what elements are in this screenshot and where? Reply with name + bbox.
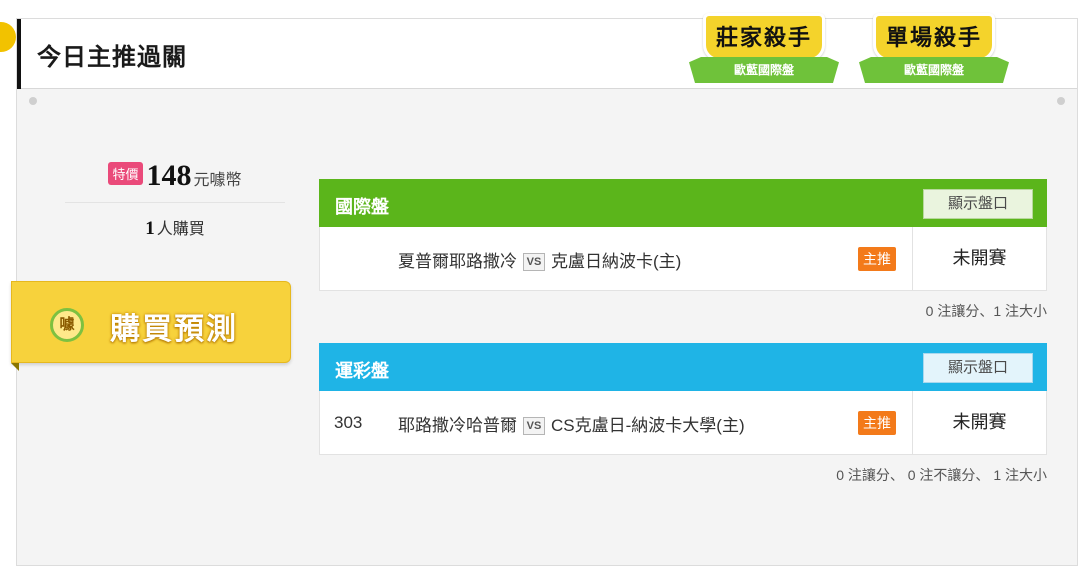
market-title: 運彩盤 [335,361,389,381]
price-unit: 元噱幣 [193,172,242,189]
button-fold-decoration [11,363,19,371]
match-status: 未開賽 [912,391,1046,454]
pin-icon [1057,97,1065,105]
match-teams: 耶路撒冷哈普爾 VS CS克盧日-納波卡大學(主) [398,411,745,436]
ribbon-badge: 單場殺手 [873,13,995,61]
header-accent-bar [17,19,21,89]
featured-badge: 主推 [858,247,896,271]
market-title: 國際盤 [335,197,389,217]
ribbon-subtitle: 歐藍國際盤 [903,63,964,77]
ribbon-title: 單場殺手 [885,25,982,50]
market-header: 國際盤 顯示盤口 [319,179,1047,227]
match-teams: 夏普爾耶路撒冷 VS 克盧日納波卡(主) [398,247,681,272]
buyers-number: 1 [145,218,155,239]
ribbon-banker-killer: 莊家殺手 歐藍國際盤 [689,5,839,105]
market-sports-lottery: 運彩盤 顯示盤口 303 耶路撒冷哈普爾 VS CS克盧日-納波卡大學(主) 主推 … [319,343,1047,483]
away-team[interactable]: 夏普爾耶路撒冷 [398,252,517,271]
coin-icon: 噱 [50,308,84,342]
corner-decoration [0,22,16,52]
match-id: 303 [334,413,363,432]
show-odds-button[interactable]: 顯示盤口 [923,353,1033,383]
vs-icon: VS [523,417,545,435]
price-value: 148 [146,159,192,192]
ribbon-single-killer: 單場殺手 歐藍國際盤 [859,5,1009,105]
buy-prediction-button[interactable]: 噱 購買預測 [11,281,291,363]
ribbon-title: 莊家殺手 [715,25,812,50]
away-team[interactable]: 耶路撒冷哈普爾 [398,416,517,435]
home-team[interactable]: 克盧日納波卡(主) [551,252,681,271]
vs-icon: VS [523,253,545,271]
bet-summary: 0 注讓分、 0 注不讓分、 1 注大小 [836,467,1047,483]
bet-summary: 0 注讓分、1 注大小 [925,303,1047,319]
buyers-label: 人購買 [156,221,205,238]
home-team[interactable]: CS克盧日-納波卡大學(主) [551,416,745,435]
price-row: 特價 148 元噱幣 [65,159,285,203]
featured-badge: 主推 [858,411,896,435]
match-status: 未開賽 [912,227,1046,290]
ribbon-band: 歐藍國際盤 [859,57,1009,83]
ribbon-badge: 莊家殺手 [703,13,825,61]
ribbon-subtitle: 歐藍國際盤 [733,63,794,77]
page-title: 今日主推過關 [37,44,187,71]
buy-prediction-label: 購買預測 [110,313,238,346]
buyers-count: 1 人購買 [65,215,285,240]
show-odds-button[interactable]: 顯示盤口 [923,189,1033,219]
ribbon-band: 歐藍國際盤 [689,57,839,83]
market-header: 運彩盤 顯示盤口 [319,343,1047,391]
prediction-panel: 今日主推過關 莊家殺手 歐藍國際盤 單場殺手 歐藍國際盤 特價 148 元噱幣 … [11,13,1078,566]
market-international: 國際盤 顯示盤口 夏普爾耶路撒冷 VS 克盧日納波卡(主) 主推 未開賽 0 注讓分… [319,179,1047,319]
panel-header: 今日主推過關 莊家殺手 歐藍國際盤 單場殺手 歐藍國際盤 [17,13,1077,89]
match-row: 夏普爾耶路撒冷 VS 克盧日納波卡(主) 主推 未開賽 [319,227,1047,291]
page: 今日主推過關 莊家殺手 歐藍國際盤 單場殺手 歐藍國際盤 特價 148 元噱幣 … [0,0,1080,580]
match-row: 303 耶路撒冷哈普爾 VS CS克盧日-納波卡大學(主) 主推 未開賽 [319,391,1047,455]
pin-icon [29,97,37,105]
special-price-badge: 特價 [108,162,143,185]
